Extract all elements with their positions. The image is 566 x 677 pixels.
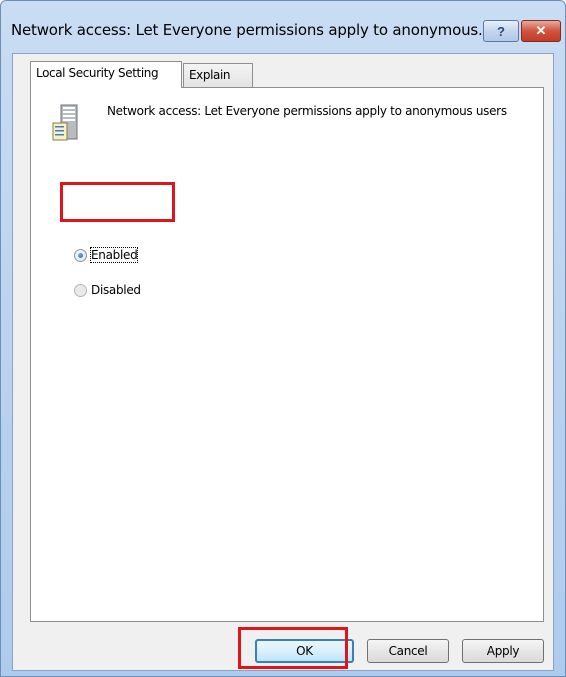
tab-label: Local Security Setting <box>36 66 159 80</box>
tab-label: Explain <box>189 68 231 82</box>
tab-local-security-setting[interactable]: Local Security Setting <box>30 61 182 88</box>
window-title: Network access: Let Everyone permissions… <box>11 21 492 39</box>
tab-panel: Network access: Let Everyone permissions… <box>30 87 544 622</box>
disabled-radio[interactable] <box>74 283 87 297</box>
close-button[interactable]: ✕ <box>521 20 561 42</box>
title-bar[interactable]: Network access: Let Everyone permissions… <box>1 1 565 53</box>
ok-highlight-box <box>238 627 348 669</box>
dialog-window: Network access: Let Everyone permissions… <box>0 0 566 677</box>
dialog-body: Local Security Setting Explain Network a… <box>12 53 554 671</box>
disabled-option[interactable]: Disabled <box>74 281 141 299</box>
enabled-radio[interactable] <box>74 248 87 262</box>
disabled-label[interactable]: Disabled <box>91 283 141 297</box>
help-button[interactable]: ? <box>483 20 519 42</box>
enabled-highlight-box <box>60 182 175 222</box>
apply-label: Apply <box>486 644 520 658</box>
policy-description: Network access: Let Everyone permissions… <box>107 104 507 118</box>
tab-explain[interactable]: Explain <box>183 63 253 87</box>
close-icon: ✕ <box>535 23 547 38</box>
cancel-label: Cancel <box>388 644 428 658</box>
help-icon: ? <box>497 23 505 39</box>
cancel-button[interactable]: Cancel <box>367 639 449 663</box>
enabled-label[interactable]: Enabled <box>89 247 139 263</box>
enabled-option[interactable]: Enabled <box>74 246 139 264</box>
apply-button[interactable]: Apply <box>462 639 544 663</box>
server-policy-icon <box>52 104 78 141</box>
